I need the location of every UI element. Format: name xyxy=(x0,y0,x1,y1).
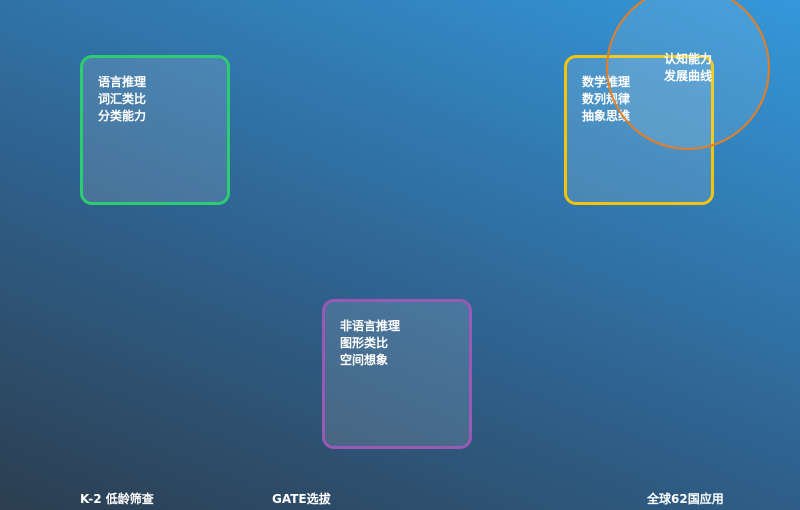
nonverbal-line-1: 非语言推理 xyxy=(340,319,401,333)
circle-line-2: 发展曲线 xyxy=(664,69,713,83)
verbal-line-2: 词汇类比 xyxy=(98,92,147,106)
nonverbal-line-3: 空间想象 xyxy=(340,353,389,367)
footer-label-gate: GATE选拔 xyxy=(272,492,331,506)
verbal-reasoning-box: 语言推理 词汇类比 分类能力 xyxy=(80,55,230,205)
verbal-line-3: 分类能力 xyxy=(98,109,147,123)
nonverbal-line-2: 图形类比 xyxy=(340,336,389,350)
nonverbal-reasoning-box: 非语言推理 图形类比 空间想象 xyxy=(322,299,472,449)
footer-label-global: 全球62国应用 xyxy=(647,492,724,506)
circle-line-1: 认知能力 xyxy=(664,52,713,66)
verbal-line-1: 语言推理 xyxy=(98,75,147,89)
circle-label: 认知能力 发展曲线 xyxy=(664,51,712,85)
footer-label-screening: K-2 低龄筛查 xyxy=(80,492,154,506)
